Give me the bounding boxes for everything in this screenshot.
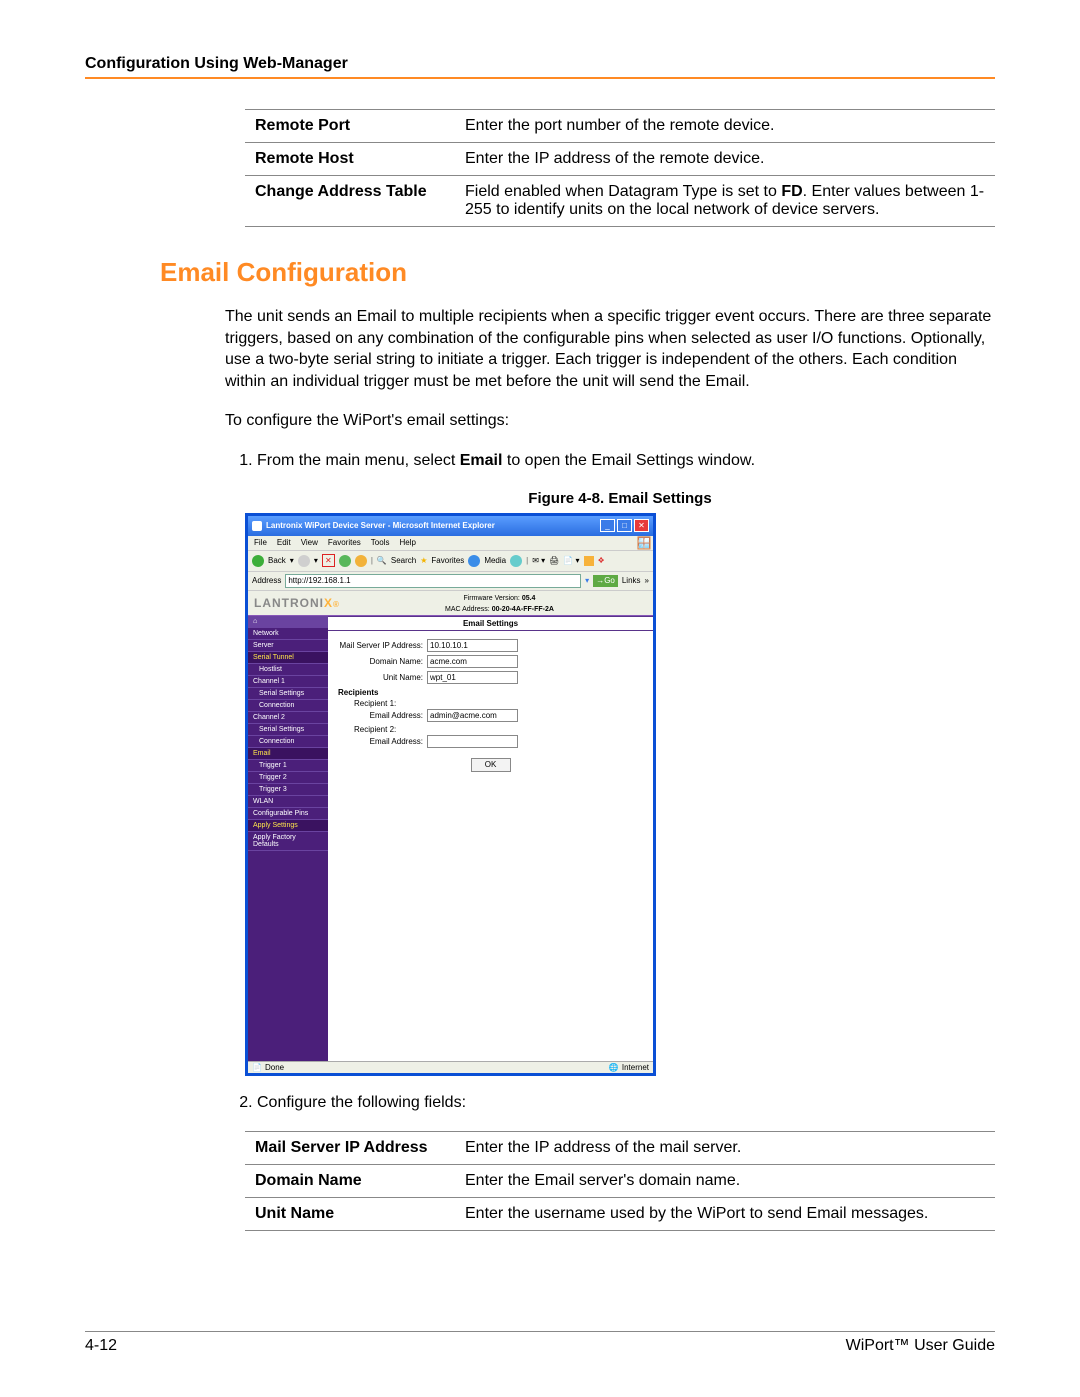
back-icon[interactable] (252, 555, 264, 567)
sidebar-item[interactable]: Configurable Pins (248, 808, 328, 820)
sidebar-item[interactable]: Trigger 2 (248, 772, 328, 784)
titlebar: Lantronix WiPort Device Server - Microso… (248, 516, 653, 536)
print-icon[interactable]: 🖨 (549, 556, 559, 565)
table-row: Remote PortEnter the port number of the … (245, 110, 995, 143)
misc-icon[interactable]: ❖ (598, 556, 605, 565)
toolbar[interactable]: Back▾ ▾ ✕ | 🔍Search ★Favorites Media | ✉… (248, 550, 653, 572)
brand-logo: LANTRONIX® (248, 591, 346, 615)
sidebar-item[interactable]: Serial Settings (248, 688, 328, 700)
page-footer: 4-12 WiPort™ User Guide (85, 1331, 995, 1355)
top-ref-table: Remote PortEnter the port number of the … (245, 109, 995, 227)
edit-icon[interactable]: 📄 ▾ (563, 556, 579, 565)
content-banner: Email Settings (328, 616, 653, 631)
sidebar-item[interactable]: Apply Factory Defaults (248, 832, 328, 851)
refresh-icon[interactable] (339, 555, 351, 567)
favorites-icon[interactable]: ★ (420, 556, 427, 565)
windows-flag-icon: 🪟 (637, 536, 652, 550)
address-bar: Address ▾ → Go Links» (248, 572, 653, 591)
firmware-meta: Firmware Version: 05.4 (346, 591, 653, 602)
maximize-icon[interactable]: □ (617, 519, 632, 532)
sidebar-item[interactable]: Channel 1 (248, 676, 328, 688)
body-paragraph: To configure the WiPort's email settings… (225, 410, 995, 432)
sidebar-item[interactable]: WLAN (248, 796, 328, 808)
guide-title: WiPort™ User Guide (846, 1337, 995, 1355)
home-icon[interactable] (355, 555, 367, 567)
sidebar-item[interactable]: Server (248, 640, 328, 652)
table-row: Remote HostEnter the IP address of the r… (245, 143, 995, 176)
sidebar-item[interactable]: Hostlist (248, 664, 328, 676)
sidebar-item[interactable]: Trigger 1 (248, 760, 328, 772)
app-icon (252, 521, 262, 531)
running-header: Configuration Using Web-Manager (85, 55, 995, 73)
list-item: Configure the following fields: (257, 1092, 995, 1114)
sidebar-item[interactable]: Connection (248, 700, 328, 712)
menubar[interactable]: FileEditViewFavoritesToolsHelp (248, 536, 635, 550)
folder-icon[interactable] (584, 556, 594, 566)
recipient1-email[interactable] (427, 709, 518, 722)
mail-icon[interactable]: ✉ ▾ (532, 556, 545, 565)
sidebar-item[interactable]: Serial Settings (248, 724, 328, 736)
address-input[interactable] (285, 574, 581, 588)
history-icon[interactable] (510, 555, 522, 567)
unit-input[interactable] (427, 671, 518, 684)
ok-button[interactable]: OK (471, 758, 511, 772)
domain-input[interactable] (427, 655, 518, 668)
media-icon[interactable] (468, 555, 480, 567)
email-form: Mail Server IP Address: Domain Name: Uni… (328, 631, 653, 1061)
table-row: Mail Server IP AddressEnter the IP addre… (245, 1132, 995, 1165)
stop-icon[interactable]: ✕ (322, 554, 335, 567)
close-icon[interactable]: ✕ (634, 519, 649, 532)
sidebar-item[interactable]: Apply Settings (248, 820, 328, 832)
go-button[interactable]: → Go (593, 575, 618, 587)
page-number: 4-12 (85, 1337, 117, 1355)
bottom-ref-table: Mail Server IP AddressEnter the IP addre… (245, 1131, 995, 1231)
sidebar-item[interactable]: Trigger 3 (248, 784, 328, 796)
section-heading: Email Configuration (160, 257, 995, 288)
search-icon[interactable]: 🔍 (377, 556, 387, 565)
steps-list: Configure the following fields: (225, 1092, 995, 1114)
recipient2-email[interactable] (427, 735, 518, 748)
mail-ip-input[interactable] (427, 639, 518, 652)
sidebar: ⌂ Network Server Serial Tunnel Hostlist … (248, 616, 328, 1061)
steps-list: From the main menu, select Email to open… (225, 450, 995, 472)
forward-icon[interactable] (298, 555, 310, 567)
sidebar-item[interactable]: Network (248, 628, 328, 640)
list-item: From the main menu, select Email to open… (257, 450, 995, 472)
figure-caption: Figure 4-8. Email Settings (245, 490, 995, 507)
mac-meta: MAC Address: 00-20-4A-FF-FF-2A (346, 602, 653, 613)
table-row: Unit NameEnter the username used by the … (245, 1198, 995, 1231)
status-bar: 📄 Done 🌐Internet (248, 1061, 653, 1073)
minimize-icon[interactable]: _ (600, 519, 615, 532)
screenshot-window: Lantronix WiPort Device Server - Microso… (245, 513, 656, 1076)
body-paragraph: The unit sends an Email to multiple reci… (225, 306, 995, 392)
table-row: Domain NameEnter the Email server's doma… (245, 1165, 995, 1198)
sidebar-item[interactable]: Serial Tunnel (248, 652, 328, 664)
sidebar-item[interactable]: Email (248, 748, 328, 760)
header-rule (85, 77, 995, 79)
sidebar-item[interactable]: Connection (248, 736, 328, 748)
internet-icon: 🌐 (609, 1063, 619, 1072)
table-row: Change Address TableField enabled when D… (245, 176, 995, 227)
sidebar-item[interactable]: ⌂ (248, 616, 328, 628)
window-title: Lantronix WiPort Device Server - Microso… (266, 521, 598, 530)
done-icon: 📄 (252, 1063, 262, 1072)
sidebar-item[interactable]: Channel 2 (248, 712, 328, 724)
